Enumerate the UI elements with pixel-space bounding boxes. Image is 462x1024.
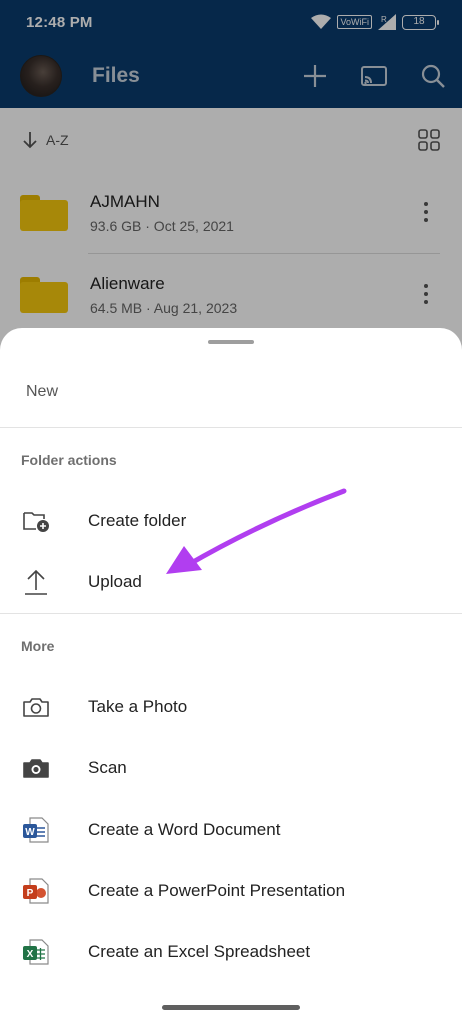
section-divider: [0, 613, 462, 614]
home-indicator[interactable]: [162, 1005, 300, 1010]
menu-label: Create a PowerPoint Presentation: [88, 881, 346, 900]
camera-outline-icon: [22, 693, 50, 721]
word-icon: W: [22, 816, 50, 844]
create-word-button[interactable]: W Create a Word Document: [0, 801, 462, 859]
excel-icon: X: [22, 938, 50, 966]
powerpoint-icon: P: [22, 877, 50, 905]
svg-text:W: W: [25, 827, 35, 838]
upload-icon: [22, 568, 50, 596]
menu-label: Create a Word Document: [88, 820, 281, 839]
section-divider: [0, 427, 462, 428]
create-excel-button[interactable]: X Create an Excel Spreadsheet: [0, 923, 462, 981]
sheet-title: New: [26, 383, 59, 400]
upload-button[interactable]: Upload: [0, 553, 462, 611]
menu-label: Take a Photo: [88, 697, 188, 716]
create-folder-button[interactable]: Create folder: [0, 492, 462, 550]
scan-button[interactable]: Scan: [0, 739, 462, 797]
take-photo-button[interactable]: Take a Photo: [0, 678, 462, 736]
menu-label: Create an Excel Spreadsheet: [88, 942, 311, 961]
create-powerpoint-button[interactable]: P Create a PowerPoint Presentation: [0, 862, 462, 920]
menu-label: Scan: [88, 758, 127, 777]
folder-actions-heading: Folder actions: [21, 452, 117, 468]
menu-label: Upload: [88, 572, 142, 591]
add-folder-icon: [22, 507, 50, 535]
menu-label: Create folder: [88, 511, 187, 530]
svg-text:P: P: [27, 888, 34, 899]
more-heading: More: [21, 638, 55, 654]
dim-overlay[interactable]: [0, 0, 462, 360]
svg-text:X: X: [27, 949, 34, 960]
bottom-sheet: New Folder actions Create folder Upload …: [0, 328, 462, 1024]
camera-filled-icon: [22, 754, 50, 782]
drag-handle[interactable]: [208, 340, 254, 344]
